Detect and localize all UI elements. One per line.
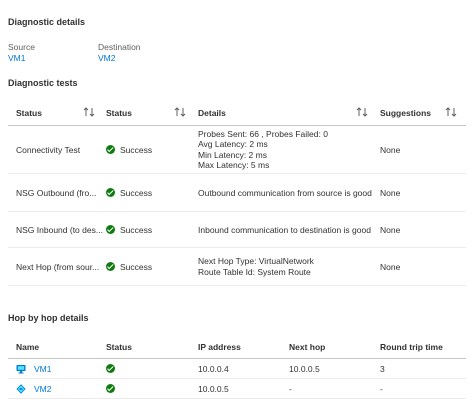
- diagnostic-tests-header: Status Status Details Suggestions: [8, 99, 466, 126]
- details-line: Route Table Id: System Route: [198, 266, 311, 277]
- success-check-icon: [106, 384, 115, 393]
- test-details: Probes Sent: 66 , Probes Failed: 0 Avg L…: [198, 126, 328, 173]
- details-line: Max Latency: 5 ms: [198, 159, 270, 170]
- status-badge: Success: [106, 225, 152, 235]
- sort-icon[interactable]: [174, 106, 186, 118]
- vm-network-icon: [16, 383, 26, 394]
- details-line: Min Latency: 2 ms: [198, 149, 267, 160]
- test-suggestions: None: [380, 144, 401, 155]
- hop-name-cell: VM2: [16, 379, 51, 398]
- column-header-status-2[interactable]: Status: [106, 99, 132, 126]
- test-name: Next Hop (from sour...: [16, 261, 100, 272]
- column-header-ip-address[interactable]: IP address: [198, 334, 241, 359]
- details-line: Avg Latency: 2 ms: [198, 139, 268, 150]
- sort-icon[interactable]: [83, 106, 95, 118]
- details-line: Probes Sent: 66 , Probes Failed: 0: [198, 129, 328, 140]
- hop-ip-address: 10.0.0.5: [198, 383, 229, 394]
- table-row: VM2 10.0.0.5 - -: [8, 379, 466, 399]
- destination-label: Destination: [98, 42, 141, 52]
- details-line: Next Hop Type: VirtualNetwork: [198, 256, 314, 267]
- success-check-icon: [106, 225, 115, 234]
- column-header-details[interactable]: Details: [198, 99, 226, 126]
- hop-details-header: Name Status IP address Next hop Round tr…: [8, 334, 466, 359]
- status-text: Success: [120, 224, 153, 235]
- diagnostic-tests-title: Diagnostic tests: [8, 78, 78, 88]
- hop-next-hop: 10.0.0.5: [289, 363, 320, 374]
- column-header-round-trip-time[interactable]: Round trip time: [380, 334, 443, 359]
- hop-details-title: Hop by hop details: [8, 313, 89, 323]
- test-name: NSG Outbound (fro...: [16, 187, 97, 198]
- test-name: Connectivity Test: [16, 144, 81, 155]
- test-details: Inbound communication to destination is …: [198, 224, 371, 235]
- table-row: Next Hop (from sour... Success Next Hop …: [8, 248, 466, 286]
- table-row: NSG Inbound (to des... Success Inbound c…: [8, 212, 466, 248]
- diagnostic-details-title: Diagnostic details: [8, 17, 86, 27]
- hop-status-cell: [106, 379, 115, 398]
- test-details: Next Hop Type: VirtualNetwork Route Tabl…: [198, 248, 314, 285]
- status-badge: Success: [106, 262, 152, 272]
- success-check-icon: [106, 364, 115, 373]
- destination-vm-link[interactable]: VM2: [98, 53, 115, 63]
- status-cell: Success: [106, 212, 152, 247]
- status-cell: Success: [106, 174, 152, 211]
- column-header-suggestions[interactable]: Suggestions: [380, 99, 431, 126]
- test-suggestions: None: [380, 187, 401, 198]
- sort-icon[interactable]: [445, 106, 457, 118]
- test-details: Outbound communication from source is go…: [198, 187, 372, 198]
- success-check-icon: [106, 188, 115, 197]
- hop-round-trip-time: -: [380, 383, 383, 394]
- vm-monitor-icon: [16, 364, 26, 373]
- column-header-next-hop[interactable]: Next hop: [289, 334, 325, 359]
- status-text: Success: [120, 187, 153, 198]
- hop-vm2-link[interactable]: VM2: [34, 384, 51, 394]
- column-header-name[interactable]: Name: [16, 334, 39, 359]
- status-badge: Success: [106, 145, 152, 155]
- source-label: Source: [8, 42, 35, 52]
- status-text: Success: [120, 144, 153, 155]
- hop-round-trip-time: 3: [380, 363, 385, 374]
- hop-next-hop: -: [289, 383, 292, 394]
- hop-status-cell: [106, 359, 115, 378]
- table-row: Connectivity Test Success Probes Sent: 6…: [8, 126, 466, 174]
- success-check-icon: [106, 262, 115, 271]
- column-header-status-1[interactable]: Status: [16, 99, 42, 126]
- status-text: Success: [120, 261, 153, 272]
- column-header-status[interactable]: Status: [106, 334, 132, 359]
- test-suggestions: None: [380, 224, 401, 235]
- table-row: VM1 10.0.0.4 10.0.0.5 3: [8, 359, 466, 379]
- test-name: NSG Inbound (to des...: [16, 224, 103, 235]
- test-suggestions: None: [380, 261, 401, 272]
- status-cell: Success: [106, 126, 152, 173]
- status-badge: Success: [106, 188, 152, 198]
- table-row: NSG Outbound (fro... Success Outbound co…: [8, 174, 466, 212]
- hop-name-cell: VM1: [16, 359, 51, 378]
- source-vm-link[interactable]: VM1: [8, 53, 25, 63]
- success-check-icon: [106, 145, 115, 154]
- hop-vm1-link[interactable]: VM1: [34, 364, 51, 374]
- sort-icon[interactable]: [356, 106, 368, 118]
- status-cell: Success: [106, 248, 152, 285]
- hop-ip-address: 10.0.0.4: [198, 363, 229, 374]
